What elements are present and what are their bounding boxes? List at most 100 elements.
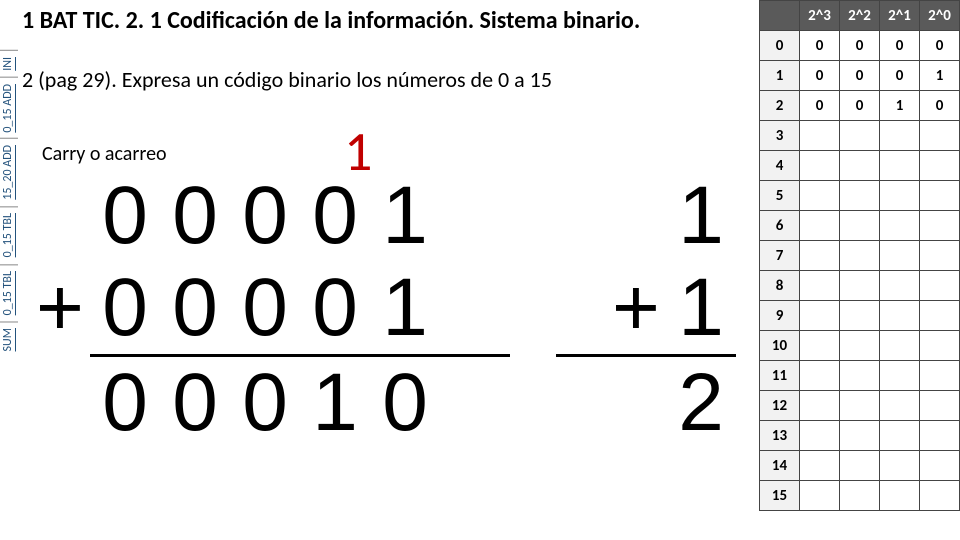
table-cell: 0 <box>920 91 960 121</box>
table-cell: 0 <box>800 91 840 121</box>
decimal-addend-1: 1 <box>516 170 736 262</box>
page-title: 1 BAT TIC. 2. 1 Codificación de la infor… <box>22 6 640 35</box>
table-cell <box>840 421 880 451</box>
table-cell <box>840 451 880 481</box>
table-cell <box>880 151 920 181</box>
table-header-row: 2^3 2^2 2^1 2^0 <box>760 1 960 31</box>
table-cell <box>800 301 840 331</box>
table-row-number: 9 <box>760 301 800 331</box>
table-row-number: 0 <box>760 31 800 61</box>
table-cell <box>880 241 920 271</box>
table-row-number: 11 <box>760 361 800 391</box>
plus-symbol: + <box>30 261 90 355</box>
table-cell <box>920 361 960 391</box>
table-row-number: 14 <box>760 451 800 481</box>
table-row: 00000 <box>760 31 960 61</box>
table-row-number: 10 <box>760 331 800 361</box>
table-cell <box>920 451 960 481</box>
table-cell <box>880 481 920 511</box>
table-header-2-3: 2^3 <box>800 1 840 31</box>
table-row: 15 <box>760 481 960 511</box>
table-cell <box>920 241 960 271</box>
table-row-number: 8 <box>760 271 800 301</box>
bin-a2-d0: 0 <box>90 261 160 355</box>
table-cell <box>800 241 840 271</box>
decimal-result: 2 <box>516 357 736 449</box>
bin-a1-d1: 0 <box>160 169 230 263</box>
table-cell <box>920 151 960 181</box>
table-row: 6 <box>760 211 960 241</box>
table-row-number: 4 <box>760 151 800 181</box>
table-cell: 0 <box>800 61 840 91</box>
dec-plus-symbol: + <box>606 261 666 355</box>
nav-link-0-15-tbl-1[interactable]: 0_15 TBL <box>0 206 18 263</box>
nav-link-0-15-tbl-2[interactable]: 0_15 TBL <box>0 264 18 321</box>
binary-addition: 0 0 0 0 1 + 0 0 0 0 1 0 0 0 1 <box>30 170 510 449</box>
table-row-number: 3 <box>760 121 800 151</box>
table-cell <box>920 121 960 151</box>
table-cell <box>840 211 880 241</box>
bin-a2-d2: 0 <box>230 261 300 355</box>
table-row-number: 7 <box>760 241 800 271</box>
dec-r: 2 <box>666 356 736 450</box>
table-row-number: 5 <box>760 181 800 211</box>
table-cell <box>800 271 840 301</box>
table-cell <box>800 481 840 511</box>
binary-addend-2: + 0 0 0 0 1 <box>30 262 510 354</box>
bin-r-d0: 0 <box>90 356 160 450</box>
table-cell: 0 <box>840 91 880 121</box>
bin-a1-d3: 0 <box>300 169 370 263</box>
table-cell <box>840 241 880 271</box>
bin-r-d3: 1 <box>300 356 370 450</box>
table-cell <box>800 151 840 181</box>
table-row-number: 6 <box>760 211 800 241</box>
table-row: 9 <box>760 301 960 331</box>
nav-link-15-20-add[interactable]: 15_20 ADD <box>0 138 18 206</box>
table-cell <box>840 181 880 211</box>
table-cell <box>800 451 840 481</box>
table-cell <box>880 211 920 241</box>
table-cell <box>920 421 960 451</box>
table-cell <box>880 301 920 331</box>
decimal-addend-2: + 1 <box>516 262 736 354</box>
table-cell <box>800 331 840 361</box>
table-cell <box>880 451 920 481</box>
nav-link-sum[interactable]: SUM <box>0 321 18 357</box>
exercise-subtitle: 2 (pag 29). Expresa un código binario lo… <box>22 66 552 93</box>
dec-a2: 1 <box>666 261 736 355</box>
table-cell <box>920 271 960 301</box>
table-cell <box>800 391 840 421</box>
table-cell <box>880 391 920 421</box>
table-cell: 1 <box>880 91 920 121</box>
table-cell: 0 <box>800 31 840 61</box>
nav-link-ini[interactable]: INI <box>0 50 18 77</box>
table-cell: 0 <box>880 31 920 61</box>
side-nav: INI 0_15 ADD 15_20 ADD 0_15 TBL 0_15 TBL… <box>0 50 18 357</box>
table-cell <box>920 211 960 241</box>
table-cell <box>880 421 920 451</box>
table-row: 20010 <box>760 91 960 121</box>
table-cell <box>840 361 880 391</box>
table-row: 11 <box>760 361 960 391</box>
table-cell <box>920 181 960 211</box>
table-cell <box>920 301 960 331</box>
table-cell: 1 <box>920 61 960 91</box>
bin-a1-d4: 1 <box>370 169 440 263</box>
binary-table: 2^3 2^2 2^1 2^0 000001000120010345678910… <box>759 0 960 511</box>
table-cell: 0 <box>840 31 880 61</box>
table-cell: 0 <box>920 31 960 61</box>
table-cell <box>800 121 840 151</box>
table-row-number: 12 <box>760 391 800 421</box>
binary-addend-1: 0 0 0 0 1 <box>30 170 510 262</box>
table-cell <box>880 271 920 301</box>
bin-a2-d4: 1 <box>370 261 440 355</box>
table-cell <box>800 211 840 241</box>
decimal-addition: 1 + 1 2 <box>516 170 736 449</box>
carry-label: Carry o acarreo <box>42 142 167 166</box>
table-cell <box>840 301 880 331</box>
table-cell <box>880 331 920 361</box>
table-row: 12 <box>760 391 960 421</box>
bin-a2-d1: 0 <box>160 261 230 355</box>
nav-link-0-15-add[interactable]: 0_15 ADD <box>0 77 18 139</box>
table-row: 10 <box>760 331 960 361</box>
